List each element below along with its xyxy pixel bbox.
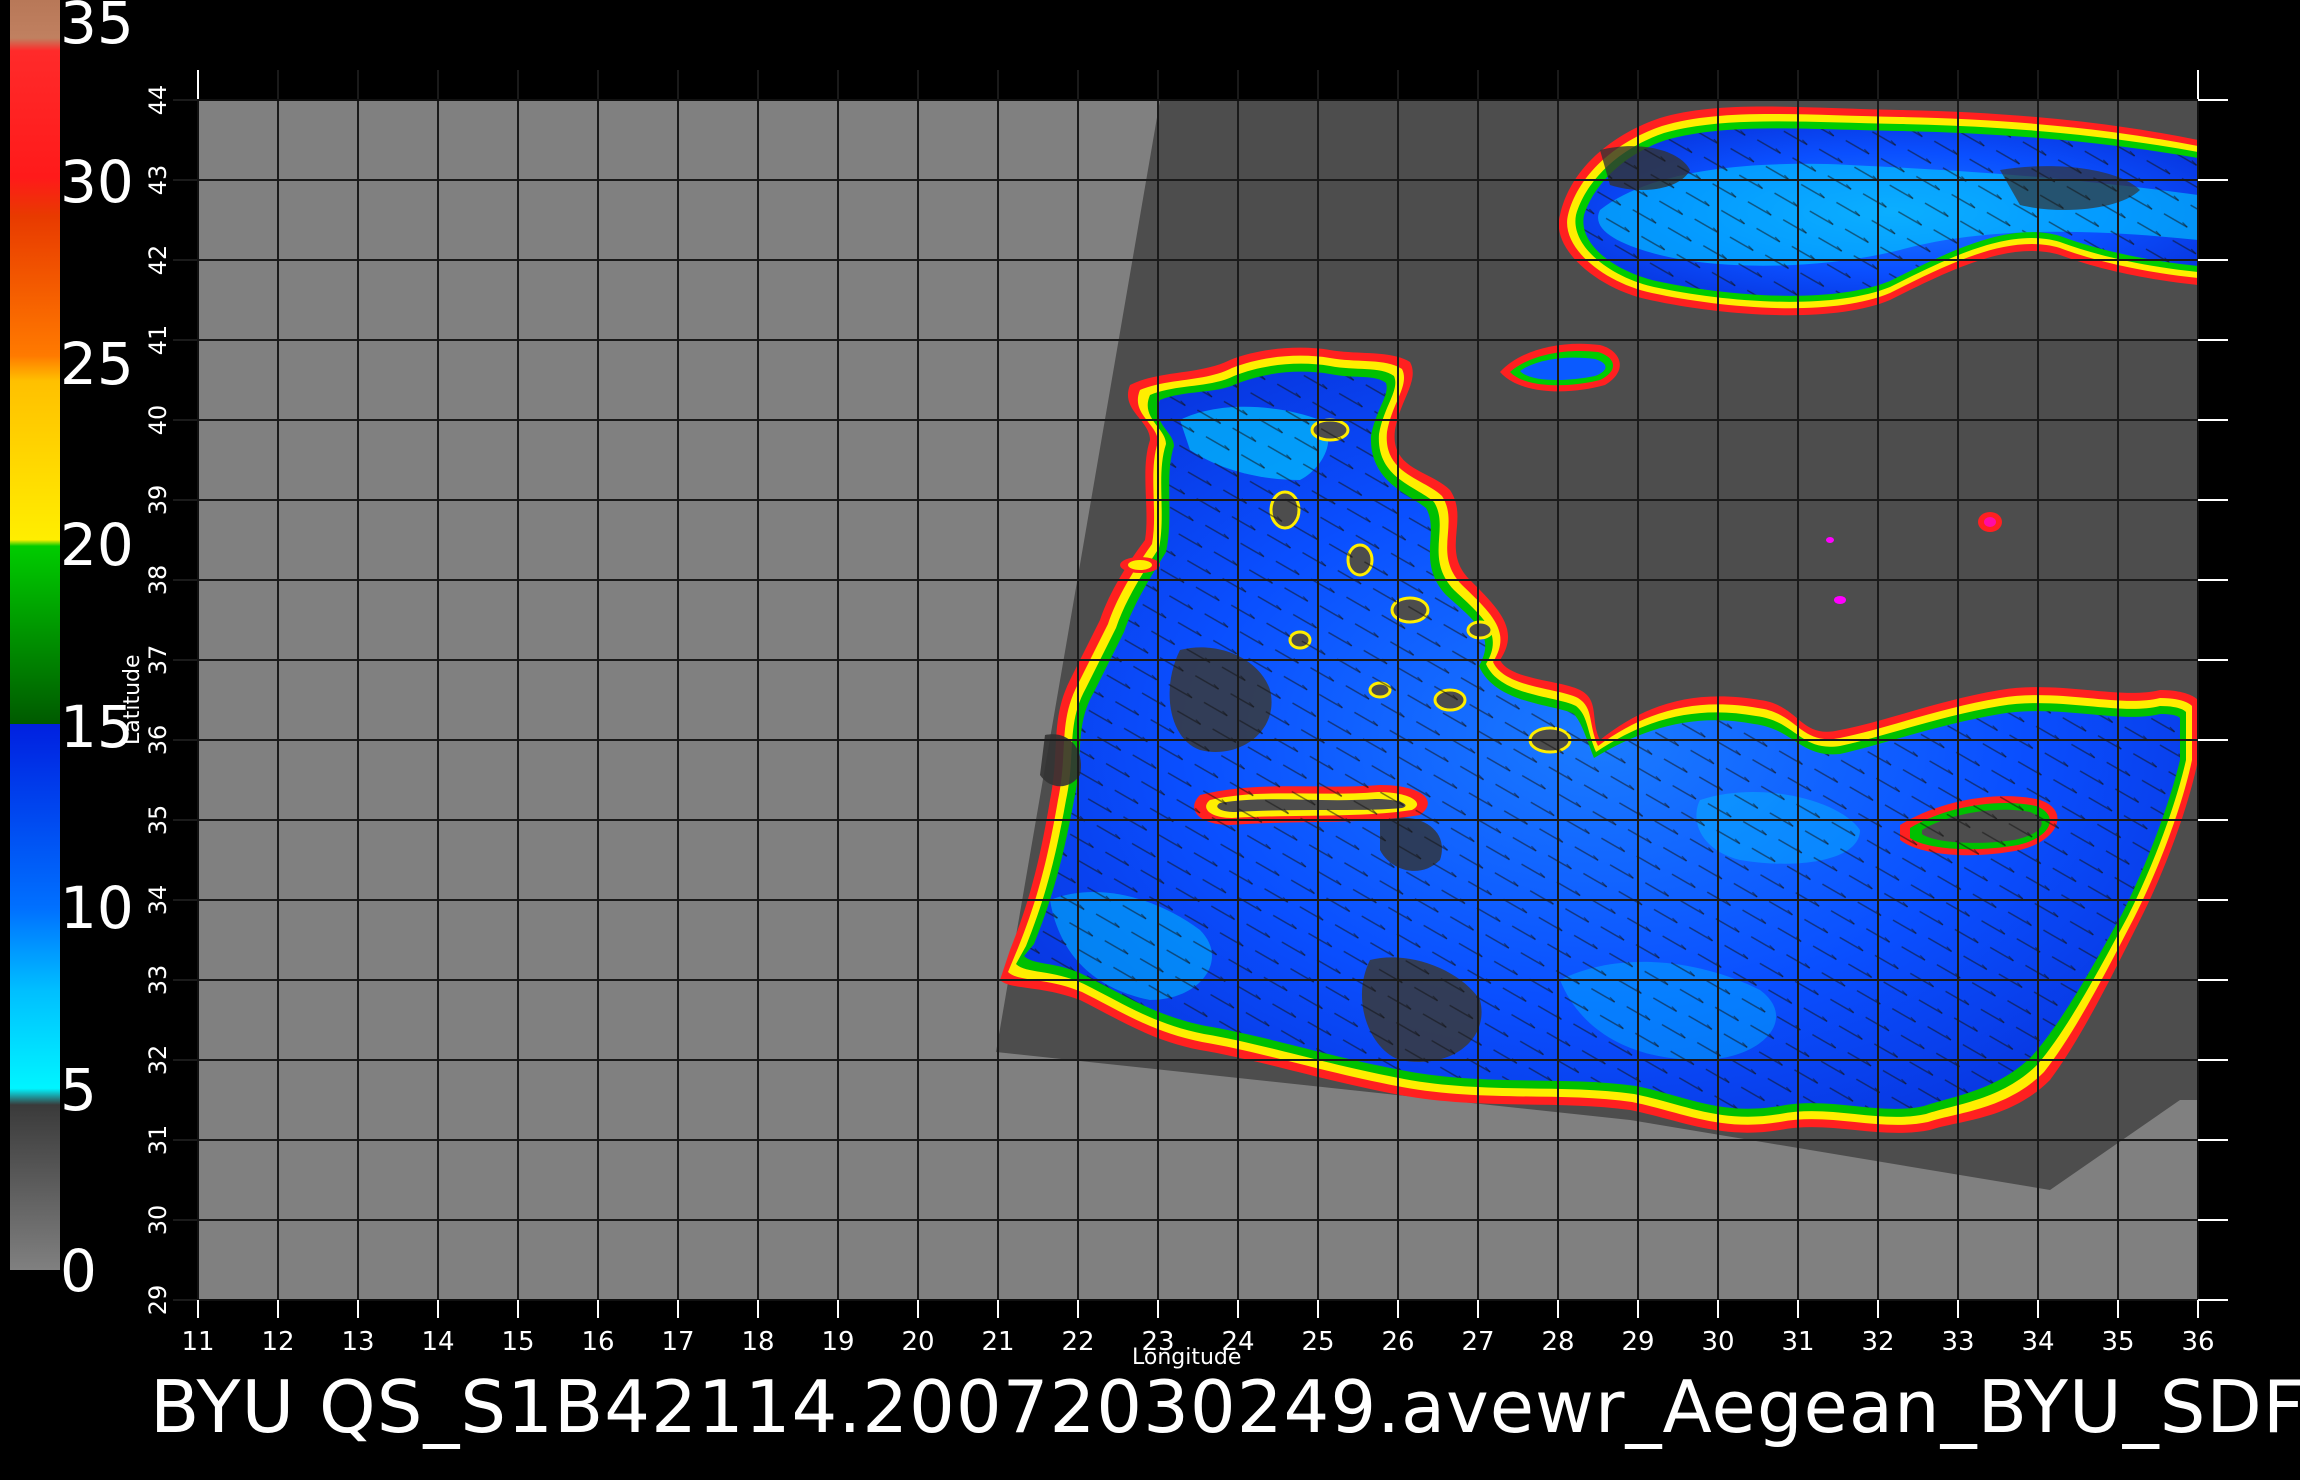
lon-tick-label: 31 — [1781, 1327, 1814, 1357]
lat-tick-label: 40 — [144, 405, 172, 436]
lon-tick-label: 17 — [661, 1327, 694, 1357]
lat-tick-label: 31 — [144, 1125, 172, 1156]
lat-tick-label: 42 — [144, 245, 172, 276]
lat-tick-label: 36 — [144, 725, 172, 756]
lat-tick-label: 38 — [144, 565, 172, 596]
lat-tick-label: 29 — [144, 1285, 172, 1316]
colorbar-label: 30 — [60, 148, 134, 217]
lat-tick-label: 32 — [144, 1045, 172, 1076]
lon-tick-label: 27 — [1461, 1327, 1494, 1357]
lon-tick-label: 30 — [1701, 1327, 1734, 1357]
lon-tick-label: 22 — [1061, 1327, 1094, 1357]
lat-tick-label: 41 — [144, 325, 172, 356]
lon-tick-label: 29 — [1621, 1327, 1654, 1357]
lat-tick-label: 43 — [144, 165, 172, 196]
lon-tick-label: 12 — [261, 1327, 294, 1357]
lon-tick-label: 33 — [1941, 1327, 1974, 1357]
lon-tick-label: 11 — [181, 1327, 214, 1357]
colorbar-label: 35 — [60, 0, 134, 57]
colorbar — [10, 0, 60, 1270]
lon-tick-label: 16 — [581, 1327, 614, 1357]
lat-tick-label: 35 — [144, 805, 172, 836]
lat-tick-label: 33 — [144, 965, 172, 996]
lat-tick-label: 34 — [144, 885, 172, 916]
lat-tick-label: 39 — [144, 485, 172, 516]
colorbar-label: 5 — [60, 1055, 97, 1124]
colorbar-label: 25 — [60, 329, 134, 398]
plot-area: 11 12 13 14 15 16 17 18 19 20 21 22 23 24 25 26 27 28 29 30… — [144, 70, 2228, 1357]
lon-tick-label: 19 — [821, 1327, 854, 1357]
lat-tick-label: 44 — [144, 85, 172, 116]
lon-tick-label: 20 — [901, 1327, 934, 1357]
lat-tick-label: 37 — [144, 645, 172, 676]
lon-tick-label: 32 — [1861, 1327, 1894, 1357]
lon-tick-label: 25 — [1301, 1327, 1334, 1357]
lon-tick-label: 36 — [2181, 1327, 2214, 1357]
colorbar-label: 20 — [60, 511, 134, 580]
lat-tick-label: 30 — [144, 1205, 172, 1236]
lon-tick-label: 14 — [421, 1327, 454, 1357]
colorbar-label: 10 — [60, 874, 134, 943]
y-axis-title: Latitude — [120, 654, 145, 745]
lon-tick-label: 13 — [341, 1327, 374, 1357]
colorbar-label: 0 — [60, 1237, 97, 1305]
lon-tick-label: 26 — [1381, 1327, 1414, 1357]
lon-tick-label: 15 — [501, 1327, 534, 1357]
lon-tick-label: 35 — [2101, 1327, 2134, 1357]
lon-tick-label: 34 — [2021, 1327, 2054, 1357]
wind-map: 11 12 13 14 15 16 17 18 19 20 21 22 23 24 25 26 27 28 29 30… — [10, 0, 2228, 1357]
lon-tick-label: 18 — [741, 1327, 774, 1357]
footer-title: BYU QS_S1B42114.20072030249.avewr_Aegean… — [150, 1365, 2300, 1449]
lon-tick-label: 28 — [1541, 1327, 1574, 1357]
lon-tick-label: 21 — [981, 1327, 1014, 1357]
